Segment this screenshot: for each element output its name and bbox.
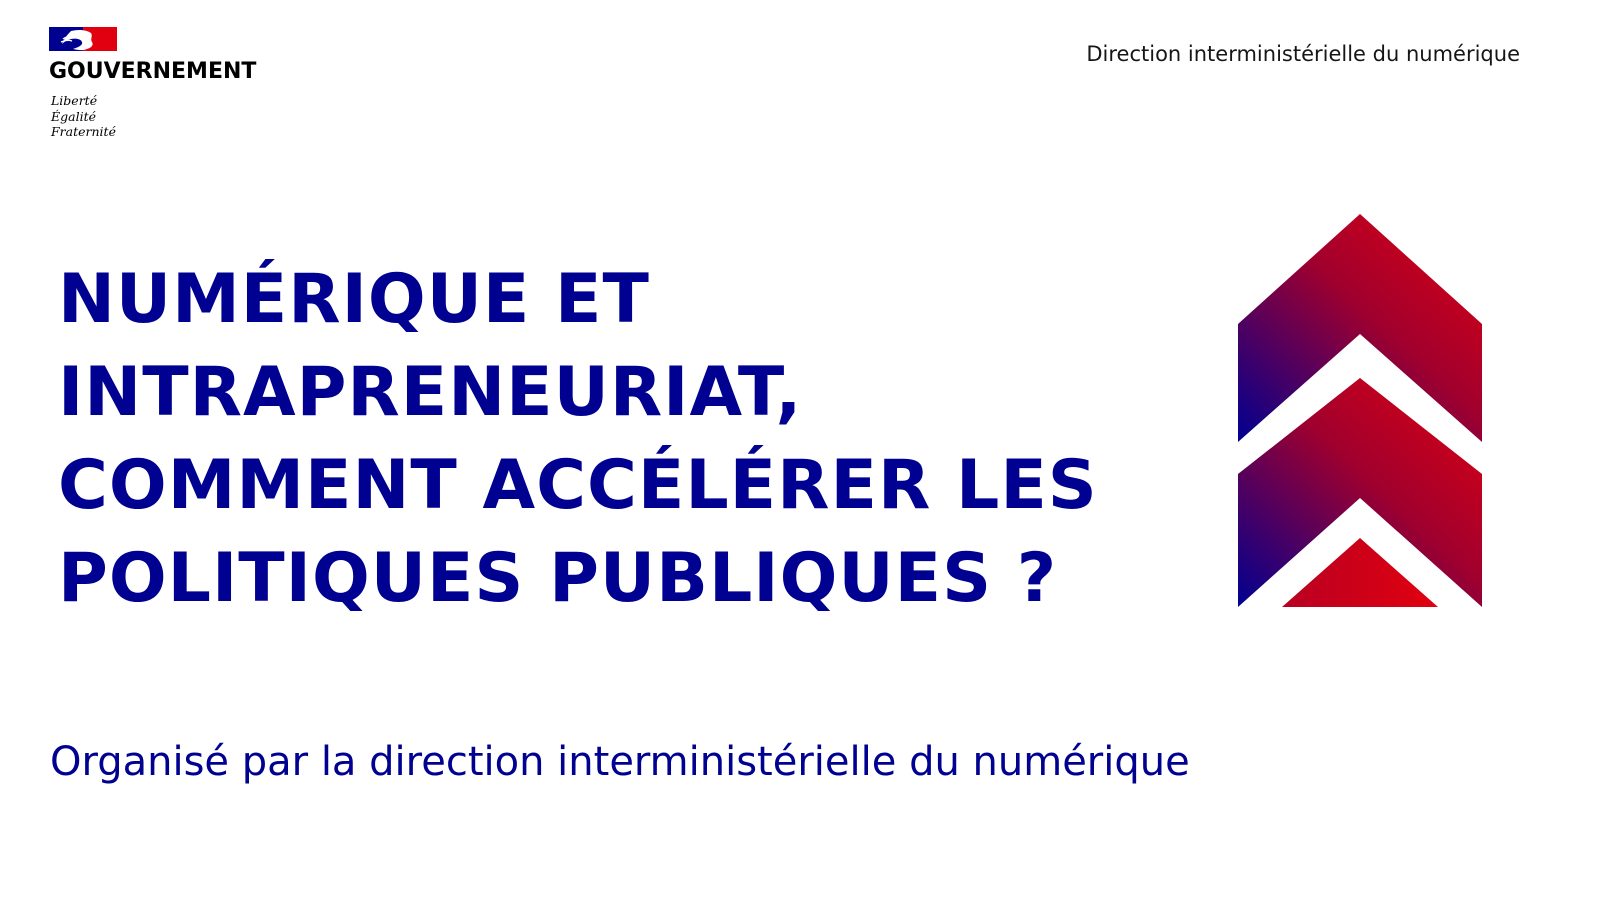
motto-fraternite: Fraternité	[51, 124, 116, 139]
government-logo: GOUVERNEMENT Liberté Égalité Fraternité	[49, 27, 289, 147]
title-line-3: COMMENT ACCÉLÉRER LES	[58, 446, 1098, 525]
organization-name: Direction interministérielle du numériqu…	[1086, 42, 1520, 66]
title-line-2: INTRAPRENEURIAT,	[58, 353, 803, 432]
motto-liberte: Liberté	[51, 93, 98, 108]
title-line-4: POLITIQUES PUBLIQUES ?	[58, 539, 1058, 618]
inner-triangle	[1282, 538, 1438, 607]
marianne-logo-icon	[49, 27, 117, 51]
page-title: NUMÉRIQUE ET INTRAPRENEURIAT, COMMENT AC…	[58, 253, 1208, 625]
republic-motto: Liberté Égalité Fraternité	[51, 93, 116, 140]
title-line-1: NUMÉRIQUE ET	[58, 260, 650, 339]
double-chevron-up-icon	[1238, 214, 1482, 607]
motto-egalite: Égalité	[51, 108, 96, 124]
subtitle: Organisé par la direction interministéri…	[50, 739, 1190, 785]
government-brand: GOUVERNEMENT	[49, 59, 257, 84]
